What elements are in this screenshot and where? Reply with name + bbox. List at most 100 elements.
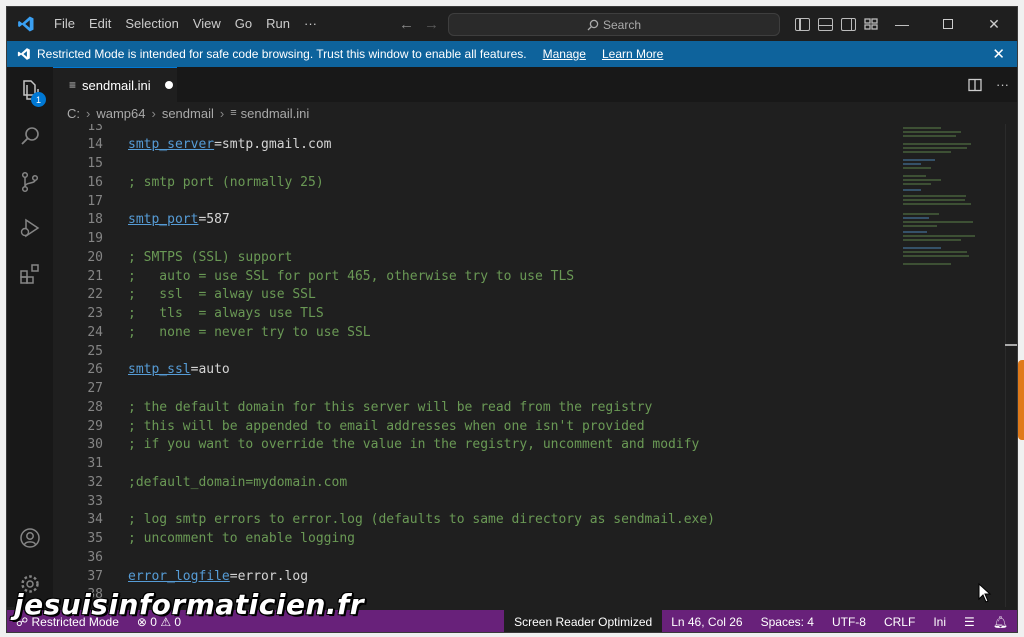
indentation-status[interactable]: Spaces: 4	[752, 615, 823, 629]
comment-text: ; this will be appended to email address…	[128, 418, 645, 434]
menu-file[interactable]: File	[47, 7, 82, 41]
line-number: 16	[87, 174, 103, 190]
code-line[interactable]: 21 ; auto = use SSL for port 465, otherwi…	[53, 268, 1017, 287]
line-number: 30	[87, 437, 103, 453]
learn-more-link[interactable]: Learn More	[602, 47, 663, 61]
toggle-panel-icon[interactable]	[818, 17, 833, 31]
menu-view[interactable]: View	[186, 7, 228, 41]
code-line[interactable]: 14 smtp_server=smtp.gmail.com	[53, 136, 1017, 155]
run-debug-button[interactable]	[7, 205, 53, 251]
accounts-button[interactable]	[7, 515, 53, 561]
notifications-bell-icon[interactable]: 🔔︎	[984, 615, 1017, 629]
minimap[interactable]	[901, 124, 1001, 274]
line-number: 32	[87, 474, 103, 490]
code-line[interactable]: 17	[53, 193, 1017, 212]
code-line[interactable]: 23 ; tls = always use TLS	[53, 305, 1017, 324]
command-center-search[interactable]: Search	[448, 13, 780, 36]
config-value: =587	[198, 212, 230, 228]
editor-tabs: ≡ sendmail.ini ···	[53, 67, 1017, 102]
line-text: ; the default domain for this server wil…	[128, 399, 652, 418]
code-line[interactable]: 33	[53, 493, 1017, 512]
code-line[interactable]: 30 ; if you want to override the value in…	[53, 436, 1017, 455]
vertical-scrollbar[interactable]	[1005, 124, 1017, 607]
line-text: ; uncomment to enable logging	[128, 530, 355, 549]
code-line[interactable]: 34 ; log smtp errors to error.log (defaul…	[53, 511, 1017, 530]
language-mode-status[interactable]: Ini	[924, 615, 955, 629]
line-number: 20	[87, 249, 103, 265]
menu-run[interactable]: Run	[259, 7, 297, 41]
banner-close-icon[interactable]: ✕	[992, 45, 1005, 63]
line-text: ; if you want to override the value in t…	[128, 436, 699, 455]
explorer-button[interactable]: 1	[7, 67, 53, 113]
back-arrow-icon[interactable]: ←	[399, 16, 414, 33]
forward-arrow-icon[interactable]: →	[424, 16, 439, 33]
line-number: 26	[87, 362, 103, 378]
menu-selection[interactable]: Selection	[118, 7, 185, 41]
code-line[interactable]: 22 ; ssl = alway use SSL	[53, 286, 1017, 305]
more-actions-icon[interactable]: ···	[996, 77, 1009, 92]
eol-status[interactable]: CRLF	[875, 615, 924, 629]
line-number: 18	[87, 212, 103, 228]
line-text: smtp_port=587	[128, 211, 230, 230]
cursor-position-status[interactable]: Ln 46, Col 26	[662, 615, 751, 629]
code-line[interactable]: 35 ; uncomment to enable logging	[53, 530, 1017, 549]
close-window-button[interactable]: ✕	[971, 7, 1017, 41]
search-icon	[21, 127, 39, 145]
title-bar: File Edit Selection View Go Run ··· ← → …	[7, 7, 1017, 41]
comment-text: ; smtp port (normally 25)	[128, 174, 324, 190]
status-right: Screen Reader Optimized Ln 46, Col 26 Sp…	[504, 610, 1017, 632]
line-number: 22	[87, 287, 103, 303]
code-line[interactable]: 15	[53, 155, 1017, 174]
menu-more[interactable]: ···	[297, 7, 324, 41]
feedback-icon[interactable]: ☰	[955, 615, 984, 629]
comment-text: ; the default domain for this server wil…	[128, 399, 653, 415]
search-view-button[interactable]	[7, 113, 53, 159]
breadcrumb-drive[interactable]: C:	[67, 106, 80, 121]
manage-link[interactable]: Manage	[543, 47, 586, 61]
code-line[interactable]: 18 smtp_port=587	[53, 211, 1017, 230]
search-label: Search	[602, 17, 642, 32]
maximize-button[interactable]	[925, 7, 971, 41]
line-text: ; ssl = alway use SSL	[128, 286, 316, 305]
toggle-secondary-sidebar-icon[interactable]	[841, 17, 856, 31]
code-line[interactable]: 36	[53, 549, 1017, 568]
line-number: 15	[87, 156, 103, 171]
customize-layout-icon[interactable]	[864, 17, 879, 31]
encoding-status[interactable]: UTF-8	[823, 615, 875, 629]
window-controls: — ✕	[879, 7, 1017, 41]
code-line[interactable]: 20 ; SMTPS (SSL) support	[53, 249, 1017, 268]
code-line[interactable]: 32 ;default_domain=mydomain.com	[53, 474, 1017, 493]
unsaved-dot-icon[interactable]	[164, 81, 173, 89]
split-editor-icon[interactable]	[968, 78, 982, 92]
menu-edit[interactable]: Edit	[82, 7, 118, 41]
toggle-primary-sidebar-icon[interactable]	[795, 17, 810, 31]
source-control-button[interactable]	[7, 159, 53, 205]
extensions-button[interactable]	[7, 251, 53, 297]
minimize-button[interactable]: —	[879, 7, 925, 41]
screen-reader-status[interactable]: Screen Reader Optimized	[504, 610, 663, 632]
tab-label: sendmail.ini	[82, 77, 151, 93]
code-line[interactable]: 29 ; this will be appended to email addre…	[53, 418, 1017, 437]
code-line[interactable]: 28 ; the default domain for this server w…	[53, 399, 1017, 418]
code-editor[interactable]: 13 14 smtp_server=smtp.gmail.com 15 16 ; smtp…	[53, 124, 1017, 607]
breadcrumb-file[interactable]: sendmail.ini	[241, 106, 310, 121]
tab-sendmail-ini[interactable]: ≡ sendmail.ini	[53, 67, 177, 102]
code-line[interactable]: 13	[53, 124, 1017, 136]
code-line[interactable]: 24 ; none = never try to use SSL	[53, 324, 1017, 343]
breadcrumb-folder-sendmail[interactable]: sendmail	[162, 106, 214, 121]
comment-text: ; none = never try to use SSL	[128, 324, 371, 340]
code-line[interactable]: 19	[53, 230, 1017, 249]
code-line[interactable]: 27	[53, 380, 1017, 399]
maximize-icon	[943, 19, 953, 29]
menu-go[interactable]: Go	[228, 7, 259, 41]
line-text: ; SMTPS (SSL) support	[128, 249, 292, 268]
code-line[interactable]: 26 smtp_ssl=auto	[53, 361, 1017, 380]
code-line[interactable]: 31	[53, 455, 1017, 474]
line-number: 29	[87, 418, 103, 434]
nav-arrows: ← →	[399, 7, 439, 41]
breadcrumb-folder-wamp64[interactable]: wamp64	[96, 106, 145, 121]
code-line[interactable]: 37 error_logfile=error.log	[53, 568, 1017, 587]
code-line[interactable]: 16 ; smtp port (normally 25)	[53, 174, 1017, 193]
line-number: 34	[87, 512, 103, 528]
code-line[interactable]: 25	[53, 343, 1017, 362]
